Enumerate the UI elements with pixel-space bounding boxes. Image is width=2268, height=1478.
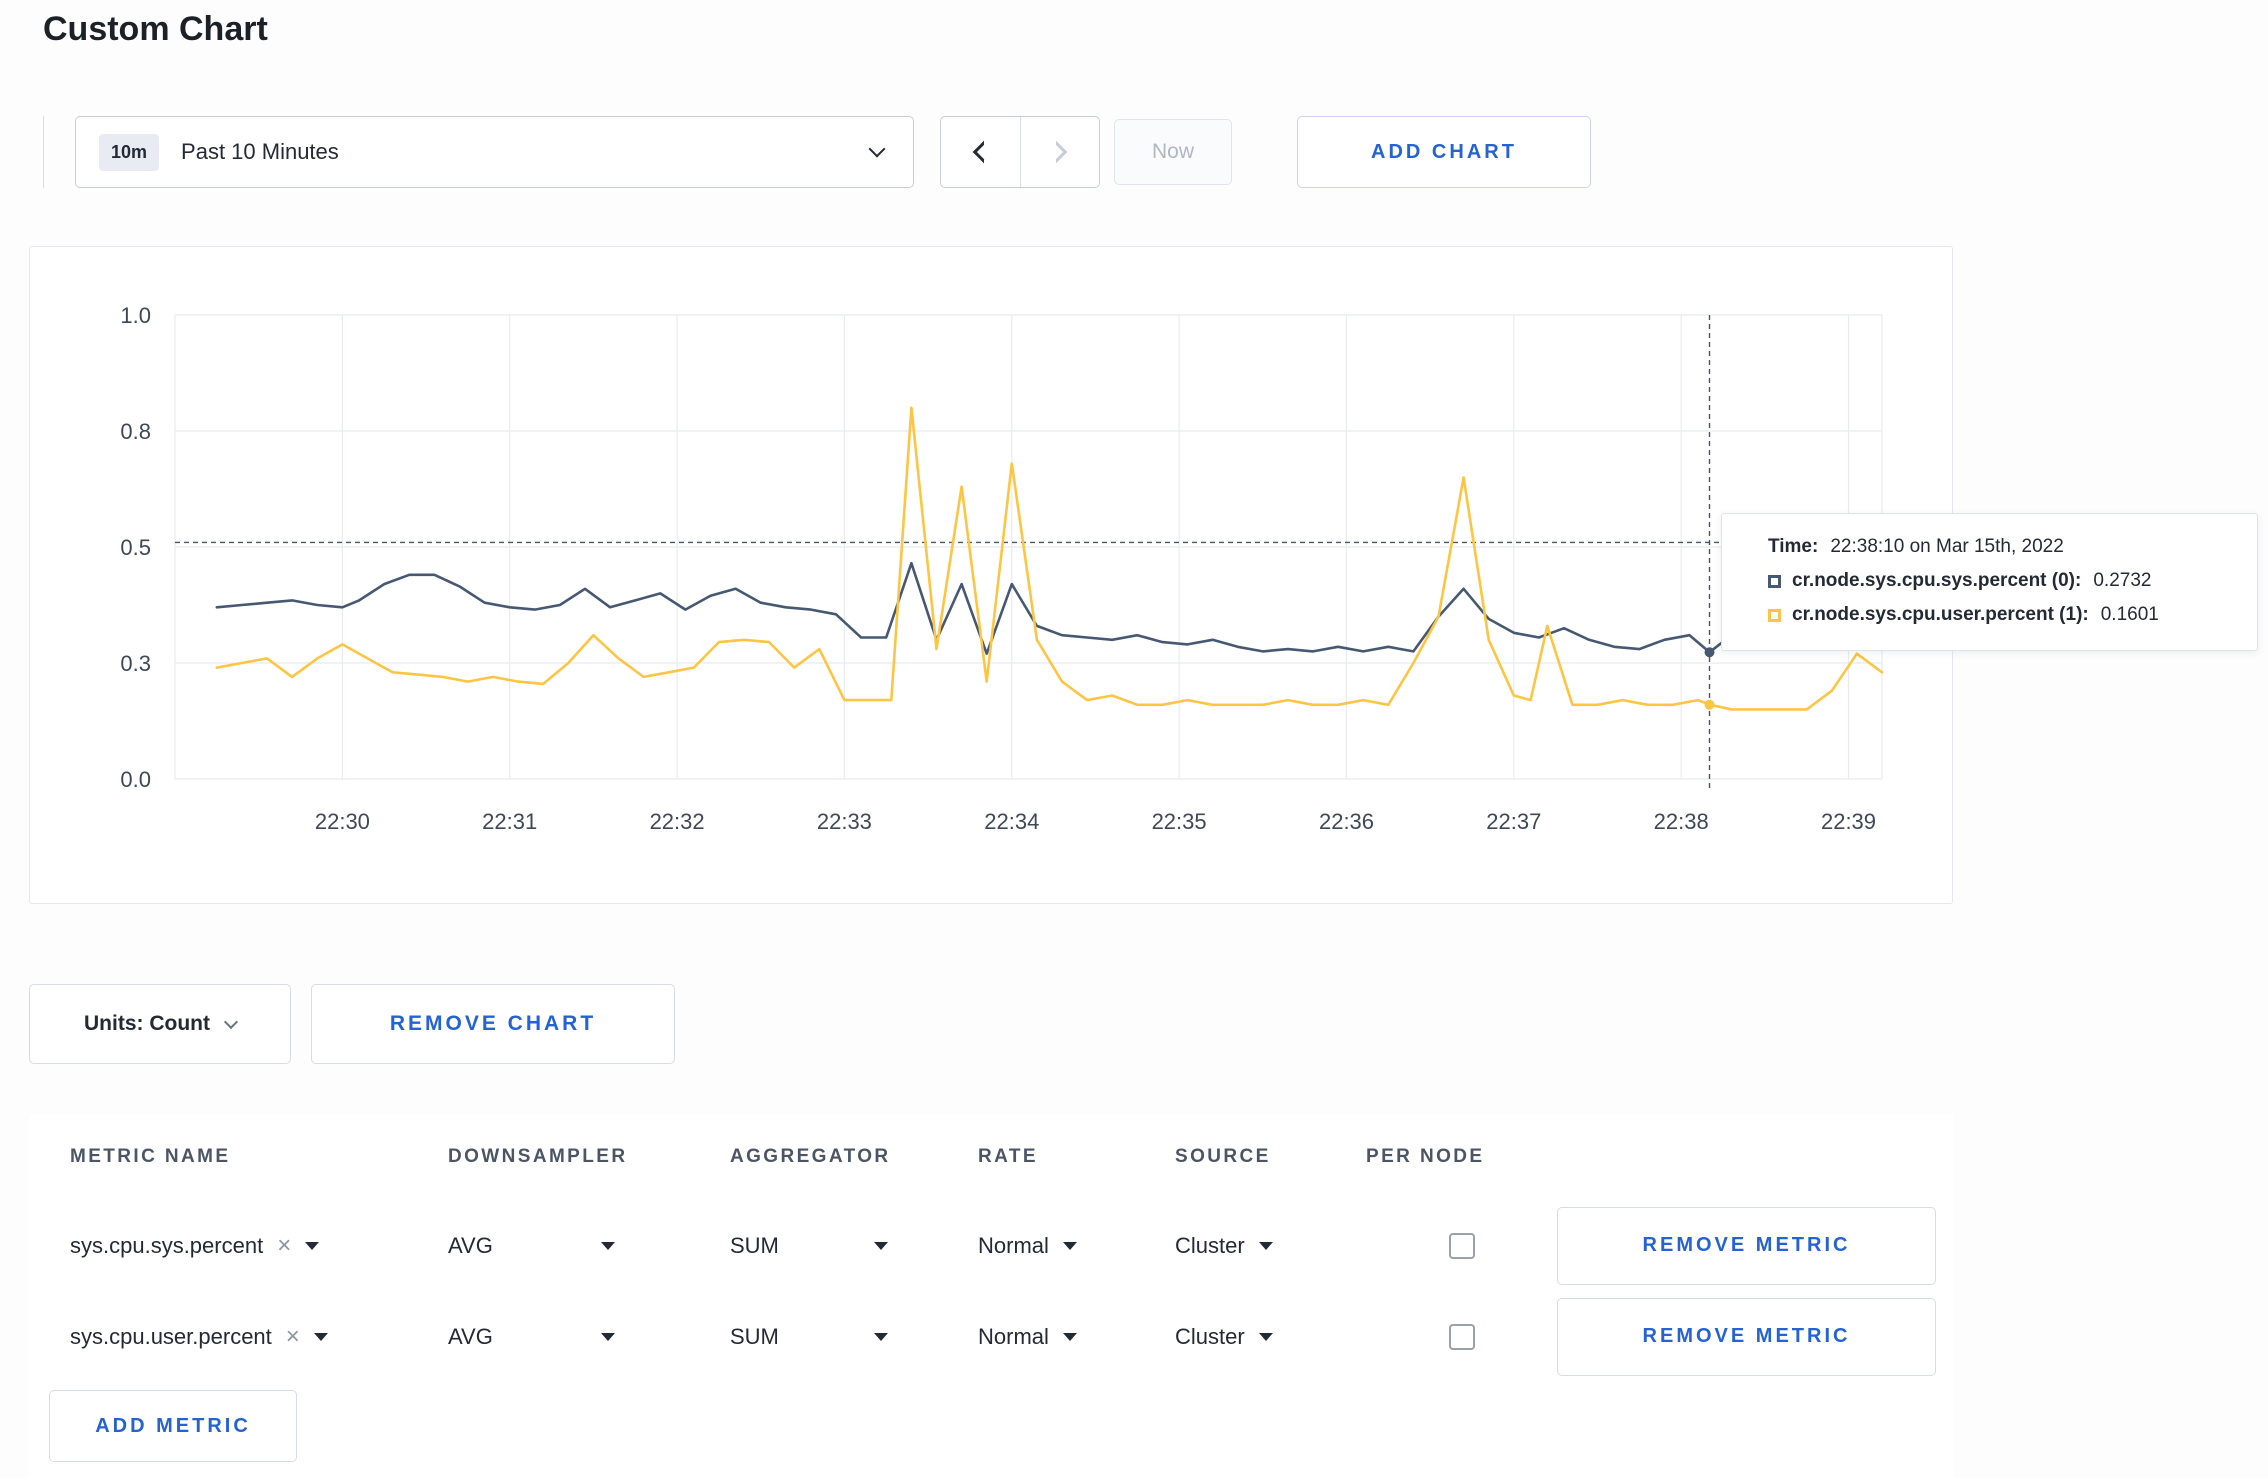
series-swatch-icon	[1768, 608, 1781, 622]
per-node-checkbox[interactable]	[1448, 1232, 1475, 1259]
add-chart-button[interactable]: ADD CHART	[1297, 116, 1591, 188]
source-select[interactable]: Cluster	[1175, 1233, 1366, 1259]
col-header-source: SOURCE	[1175, 1146, 1271, 1167]
source-value: Cluster	[1175, 1323, 1245, 1349]
dropdown-caret-icon	[873, 1241, 888, 1250]
time-range-label: Past 10 Minutes	[181, 139, 339, 164]
rate-value: Normal	[978, 1323, 1049, 1349]
col-header-downsampler: DOWNSAMPLER	[448, 1146, 628, 1167]
metric-name-select[interactable]: sys.cpu.sys.percent ×	[70, 1233, 448, 1259]
col-header-per-node: PER NODE	[1366, 1146, 1485, 1167]
remove-metric-button[interactable]: REMOVE METRIC	[1557, 1297, 1936, 1376]
series-swatch-icon	[1768, 574, 1781, 588]
tooltip-series-value: 0.2732	[2093, 570, 2152, 591]
svg-text:22:32: 22:32	[650, 809, 705, 834]
svg-text:22:30: 22:30	[315, 809, 370, 834]
dropdown-caret-icon	[600, 1241, 615, 1250]
chart-panel: 0.0 0.3 0.5 0.8 1.0 22:30 22:31 22:32 22:33 22:34…	[29, 246, 1953, 904]
dropdown-caret-icon	[873, 1332, 888, 1341]
aggregator-select[interactable]: SUM	[730, 1233, 978, 1259]
source-value: Cluster	[1175, 1232, 1245, 1258]
svg-text:22:36: 22:36	[1319, 809, 1374, 834]
rate-value: Normal	[978, 1232, 1049, 1258]
tooltip-time-label: Time:	[1768, 536, 1819, 557]
metric-name-value: sys.cpu.user.percent	[70, 1323, 272, 1349]
rate-select[interactable]: Normal	[978, 1324, 1175, 1350]
dropdown-caret-icon	[1062, 1332, 1077, 1341]
tooltip-time-value: 22:38:10 on Mar 15th, 2022	[1830, 536, 2064, 557]
svg-text:0.5: 0.5	[120, 535, 151, 560]
svg-text:1.0: 1.0	[120, 303, 151, 328]
chevron-down-icon	[868, 140, 886, 158]
metrics-table: METRIC NAME DOWNSAMPLER AGGREGATOR RATE …	[29, 1114, 1953, 1478]
aggregator-select[interactable]: SUM	[730, 1324, 978, 1350]
col-header-metric-name: METRIC NAME	[70, 1146, 231, 1167]
svg-text:22:37: 22:37	[1486, 809, 1541, 834]
aggregator-value: SUM	[730, 1323, 779, 1349]
dropdown-caret-icon	[600, 1332, 615, 1341]
dropdown-caret-icon[interactable]	[305, 1241, 320, 1250]
dropdown-caret-icon	[1062, 1241, 1077, 1250]
remove-chart-button[interactable]: REMOVE CHART	[311, 984, 675, 1064]
svg-text:0.0: 0.0	[120, 767, 151, 792]
now-button[interactable]: Now	[1114, 119, 1232, 185]
rate-select[interactable]: Normal	[978, 1233, 1175, 1259]
next-time-button[interactable]	[1019, 117, 1100, 187]
tooltip-series-value: 0.1601	[2100, 604, 2159, 625]
tooltip-series-row: cr.node.sys.cpu.sys.percent (0): 0.2732	[1768, 570, 2233, 592]
svg-text:22:38: 22:38	[1654, 809, 1709, 834]
page-title: Custom Chart	[43, 10, 268, 48]
aggregator-value: SUM	[730, 1232, 779, 1258]
prev-time-button[interactable]	[941, 117, 1020, 187]
chevron-down-icon	[223, 1014, 239, 1030]
downsampler-value: AVG	[448, 1232, 493, 1258]
metrics-table-header: METRIC NAME DOWNSAMPLER AGGREGATOR RATE …	[29, 1124, 1953, 1190]
chevron-left-icon	[972, 140, 996, 164]
svg-text:22:39: 22:39	[1821, 809, 1876, 834]
metric-row: sys.cpu.user.percent × AVG SUM Normal Cl…	[29, 1291, 1953, 1382]
metric-name-value: sys.cpu.sys.percent	[70, 1232, 264, 1258]
svg-text:22:31: 22:31	[482, 809, 537, 834]
tooltip-series-label: cr.node.sys.cpu.sys.percent (0):	[1792, 570, 2082, 591]
chart-tooltip: Time: 22:38:10 on Mar 15th, 2022 cr.node…	[1721, 513, 2258, 651]
remove-metric-button[interactable]: REMOVE METRIC	[1557, 1206, 1936, 1285]
metric-name-select[interactable]: sys.cpu.user.percent ×	[70, 1324, 448, 1350]
add-metric-button[interactable]: ADD METRIC	[49, 1390, 297, 1462]
dropdown-caret-icon[interactable]	[313, 1332, 328, 1341]
metrics-chart-canvas[interactable]: 0.0 0.3 0.5 0.8 1.0 22:30 22:31 22:32 22:33 22:34…	[30, 247, 1954, 903]
source-select[interactable]: Cluster	[1175, 1324, 1366, 1350]
time-range-selector[interactable]: 10m Past 10 Minutes	[75, 116, 914, 188]
time-range-badge: 10m	[99, 133, 160, 171]
clear-metric-icon[interactable]: ×	[277, 1233, 291, 1258]
units-selector[interactable]: Units: Count	[29, 984, 291, 1064]
svg-text:0.8: 0.8	[120, 419, 151, 444]
dropdown-caret-icon	[1258, 1332, 1273, 1341]
toolbar-divider	[43, 116, 44, 188]
dropdown-caret-icon	[1258, 1241, 1273, 1250]
per-node-checkbox[interactable]	[1448, 1323, 1475, 1350]
tooltip-series-row: cr.node.sys.cpu.user.percent (1): 0.1601	[1768, 604, 2233, 626]
svg-text:22:35: 22:35	[1152, 809, 1207, 834]
time-nav-arrows	[940, 116, 1100, 188]
col-header-aggregator: AGGREGATOR	[730, 1146, 891, 1167]
downsampler-value: AVG	[448, 1323, 493, 1349]
tooltip-series-label: cr.node.sys.cpu.user.percent (1):	[1792, 604, 2089, 625]
clear-metric-icon[interactable]: ×	[286, 1324, 300, 1349]
col-header-rate: RATE	[978, 1146, 1038, 1167]
svg-text:0.3: 0.3	[120, 651, 151, 676]
metric-row: sys.cpu.sys.percent × AVG SUM Normal Clu…	[29, 1200, 1953, 1291]
svg-text:22:34: 22:34	[984, 809, 1039, 834]
tooltip-time-row: Time: 22:38:10 on Mar 15th, 2022	[1768, 536, 2233, 558]
downsampler-select[interactable]: AVG	[448, 1233, 730, 1259]
units-label: Units: Count	[84, 1012, 210, 1035]
downsampler-select[interactable]: AVG	[448, 1324, 730, 1350]
svg-text:22:33: 22:33	[817, 809, 872, 834]
chevron-right-icon	[1044, 140, 1068, 164]
